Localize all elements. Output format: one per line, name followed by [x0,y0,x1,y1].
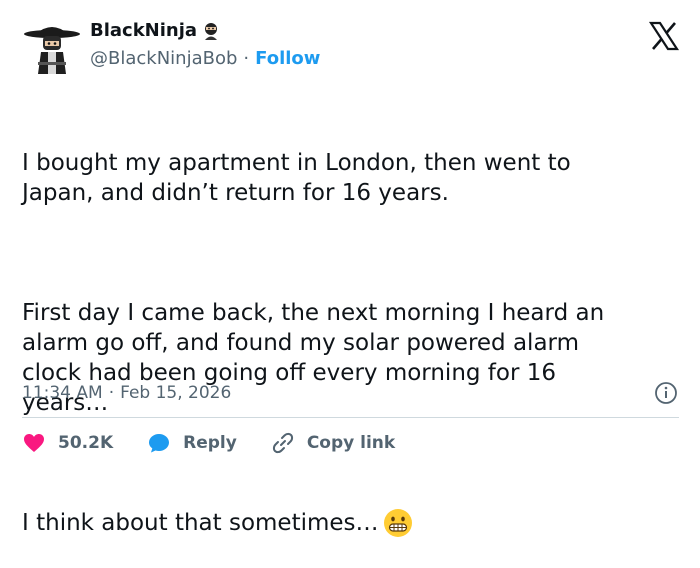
action-bar: 50.2K Reply Copy link [22,428,429,458]
x-logo-icon[interactable] [648,20,680,52]
tweet-meta: 11:34 AM · Feb 15, 2026 [22,380,678,406]
ninja-badge-icon [205,22,218,40]
like-button[interactable]: 50.2K [22,431,113,455]
link-icon [272,432,293,454]
reply-label: Reply [183,433,237,453]
display-name[interactable]: BlackNinja [90,20,197,41]
tweet-paragraph-last: I think about that sometimes… [22,508,682,538]
heart-icon [24,434,44,452]
tweet-time[interactable]: 11:34 AM [22,383,103,403]
meta-separator: · [108,383,115,403]
follow-button[interactable]: Follow [255,48,320,69]
tweet-paragraph: I bought my apartment in London, then we… [22,150,571,206]
grimacing-face-emoji [383,509,412,537]
tweet-date[interactable]: Feb 15, 2026 [120,383,231,403]
handle-separator: · [243,48,250,69]
divider [22,417,679,418]
tweet-paragraph-text: I think about that sometimes… [22,510,379,536]
tweet-header: BlackNinja @BlackNinjaBob · Follow [22,14,682,74]
copy-link-label: Copy link [306,433,396,453]
copy-link-button[interactable]: Copy link [271,431,395,455]
info-icon[interactable] [654,381,678,405]
tweet-text: I bought my apartment in London, then we… [22,88,682,568]
reply-bubble-icon [149,434,170,453]
reply-button[interactable]: Reply [147,431,237,455]
ninja-avatar[interactable] [22,22,82,74]
user-handle[interactable]: @BlackNinjaBob [90,48,237,69]
like-count: 50.2K [58,433,114,453]
